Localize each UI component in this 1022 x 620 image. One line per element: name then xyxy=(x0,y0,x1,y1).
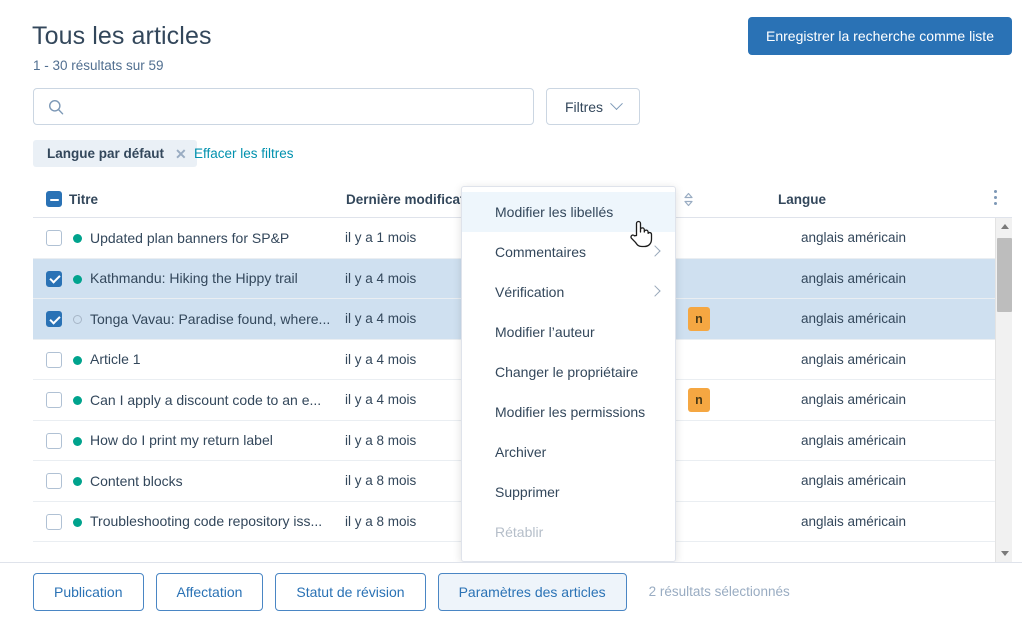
cell-title: Updated plan banners for SP&P xyxy=(90,229,290,246)
cell-language: anglais américain xyxy=(801,392,907,408)
cell-last-modified: il y a 1 mois xyxy=(345,230,417,246)
cell-language: anglais américain xyxy=(801,311,907,327)
cell-last-modified: il y a 8 mois xyxy=(345,432,417,448)
filter-chip-default-language[interactable]: Langue par défaut ✕ xyxy=(33,140,197,167)
row-select-checkbox[interactable] xyxy=(46,230,62,246)
menu-item-label: Rétablir xyxy=(495,524,544,540)
filters-button-label: Filtres xyxy=(564,98,604,115)
menu-item-label: Modifier les libellés xyxy=(495,204,614,220)
article-list-page: Tous les articles 1 - 30 résultats sur 5… xyxy=(0,0,1022,620)
column-header-language[interactable]: Langue xyxy=(778,192,826,207)
menu-item[interactable]: Modifier l’auteur xyxy=(462,312,675,352)
menu-item-label: Modifier l’auteur xyxy=(495,324,595,340)
status-dot-icon xyxy=(73,517,82,527)
page-title: Tous les articles xyxy=(32,22,212,50)
row-select-checkbox[interactable] xyxy=(46,473,62,489)
column-header-title[interactable]: Titre xyxy=(69,192,98,207)
bulk-action-button[interactable]: Paramètres des articles xyxy=(437,572,627,611)
row-select-checkbox[interactable] xyxy=(46,432,62,449)
menu-item[interactable]: Modifier les permissions xyxy=(462,392,675,432)
search-box[interactable] xyxy=(33,88,534,125)
chevron-down-icon xyxy=(610,97,623,111)
article-settings-context-menu: Modifier les libellés Commentaires Vérific… xyxy=(461,186,676,562)
cell-title: Can I apply a discount code to an e... xyxy=(90,391,322,408)
row-select-checkbox[interactable] xyxy=(46,311,62,327)
cell-language: anglais américain xyxy=(801,473,907,489)
cell-last-modified: il y a 4 mois xyxy=(345,311,417,327)
status-badge: n xyxy=(688,388,710,412)
cell-title: Content blocks xyxy=(90,472,183,489)
result-count: 1 - 30 résultats sur 59 xyxy=(33,58,164,73)
menu-item[interactable]: Modifier les libellés xyxy=(462,192,675,232)
menu-item: Rétablir xyxy=(462,512,675,552)
search-input[interactable] xyxy=(64,89,533,124)
status-badge: n xyxy=(688,307,710,331)
status-dot-icon xyxy=(73,436,82,446)
bulk-action-button[interactable]: Statut de révision xyxy=(275,572,426,611)
more-vertical-icon[interactable] xyxy=(994,190,997,205)
scroll-up-arrow-icon[interactable] xyxy=(996,218,1012,235)
row-select-checkbox[interactable] xyxy=(46,392,62,408)
cell-language: anglais américain xyxy=(801,432,907,448)
cell-title: Kathmandu: Hiking the Hippy trail xyxy=(90,270,298,287)
menu-item-label: Modifier les permissions xyxy=(495,404,646,420)
save-search-as-list-button[interactable]: Enregistrer la recherche comme liste xyxy=(748,17,1012,55)
selection-count-text: 2 résultats sélectionnés xyxy=(648,584,790,599)
status-dot-icon xyxy=(73,396,82,405)
cell-language: anglais américain xyxy=(801,270,907,286)
select-all-checkbox[interactable] xyxy=(46,191,62,207)
cell-title: Tonga Vavau: Paradise found, where... xyxy=(90,310,331,327)
row-select-checkbox[interactable] xyxy=(46,513,62,530)
cell-language: anglais américain xyxy=(801,513,907,529)
menu-item[interactable]: Changer le propriétaire xyxy=(462,352,675,392)
menu-item-label: Commentaires xyxy=(495,244,587,260)
status-dot-icon xyxy=(73,274,82,284)
filter-chip-label: Langue par défaut xyxy=(47,146,165,161)
cell-last-modified: il y a 8 mois xyxy=(345,513,417,529)
cell-last-modified: il y a 4 mois xyxy=(345,392,417,408)
vertical-scrollbar[interactable] xyxy=(995,218,1012,562)
scrollbar-thumb[interactable] xyxy=(997,238,1012,312)
search-icon xyxy=(48,99,64,115)
cell-language: anglais américain xyxy=(801,351,907,367)
menu-item-label: Vérification xyxy=(495,284,565,300)
bulk-actions-bar: Publication Affectation Statut de révision… xyxy=(0,562,1022,620)
scroll-down-arrow-icon[interactable] xyxy=(996,545,1012,562)
row-select-checkbox[interactable] xyxy=(46,351,62,368)
filters-button[interactable]: Filtres xyxy=(546,88,640,125)
status-dot-icon xyxy=(73,234,82,243)
menu-item[interactable]: Vérification xyxy=(462,272,675,312)
menu-item[interactable]: Archiver xyxy=(462,432,675,472)
sort-updown-icon[interactable] xyxy=(683,192,694,212)
close-icon[interactable]: ✕ xyxy=(175,147,187,161)
status-dot-icon xyxy=(73,315,82,324)
bulk-action-button[interactable]: Affectation xyxy=(155,572,264,611)
cell-last-modified: il y a 8 mois xyxy=(345,473,417,489)
row-select-checkbox[interactable] xyxy=(46,270,62,287)
chevron-right-icon xyxy=(649,245,661,257)
menu-item-label: Supprimer xyxy=(495,484,560,500)
cell-title: How do I print my return label xyxy=(90,432,273,449)
status-dot-icon xyxy=(73,477,82,486)
menu-item-label: Archiver xyxy=(495,444,547,460)
menu-item[interactable]: Commentaires xyxy=(462,232,675,272)
cell-last-modified: il y a 4 mois xyxy=(345,270,417,286)
bulk-action-button[interactable]: Publication xyxy=(33,572,144,611)
cell-language: anglais américain xyxy=(801,230,907,246)
status-dot-icon xyxy=(73,355,82,365)
cell-title: Troubleshooting code repository iss... xyxy=(90,513,323,530)
menu-item[interactable]: Supprimer xyxy=(462,472,675,512)
cell-title: Article 1 xyxy=(90,351,141,368)
cell-last-modified: il y a 4 mois xyxy=(345,351,417,367)
chevron-right-icon xyxy=(649,285,661,297)
clear-filters-link[interactable]: Effacer les filtres xyxy=(194,146,294,161)
menu-item-label: Changer le propriétaire xyxy=(495,364,639,380)
